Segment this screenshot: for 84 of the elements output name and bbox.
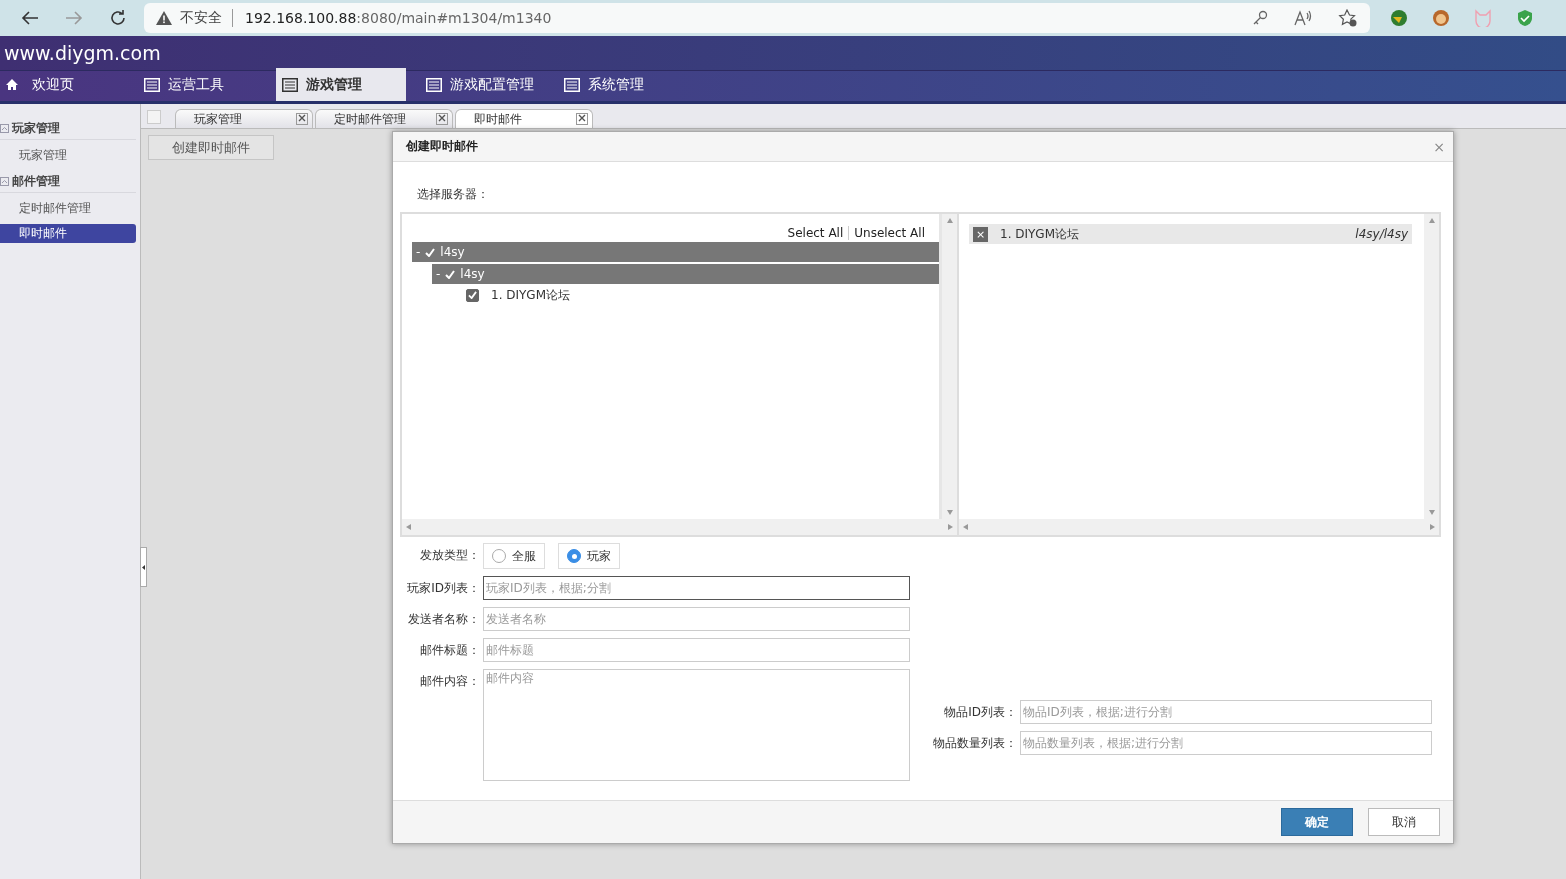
address-bar[interactable]: 不安全 192.168.100.88:8080/main#m1304/m1340 xyxy=(144,3,1370,33)
content-field[interactable]: 邮件内容 xyxy=(483,669,910,781)
close-tab-icon[interactable] xyxy=(576,113,588,125)
collapse-icon xyxy=(0,124,9,133)
shield-icon[interactable] xyxy=(1516,9,1534,27)
radio-option[interactable]: 全服 xyxy=(483,543,545,569)
nav-tab[interactable]: 游戏管理 xyxy=(276,68,406,101)
scroll-left-icon[interactable] xyxy=(963,524,968,530)
node-label: l4sy xyxy=(440,245,465,259)
close-tab-icon[interactable] xyxy=(296,113,308,125)
collapse-handle[interactable] xyxy=(140,547,147,587)
radio-option[interactable]: 玩家 xyxy=(558,543,620,569)
radio-button[interactable] xyxy=(567,549,581,563)
remove-button[interactable]: × xyxy=(973,226,988,242)
scrollbar[interactable] xyxy=(942,214,957,519)
nav-tab[interactable]: 运营工具 xyxy=(138,68,276,101)
scroll-left-icon[interactable] xyxy=(406,524,411,530)
field-label: 邮件标题： xyxy=(419,642,480,659)
sidebar-item[interactable]: 即时邮件 xyxy=(0,224,136,243)
tab-scroll-button[interactable] xyxy=(147,110,161,124)
field-label: 玩家ID列表： xyxy=(406,580,480,597)
field-label: 发送者名称： xyxy=(407,611,480,628)
nav-tab[interactable]: 欢迎页 xyxy=(0,68,138,101)
scrollbar[interactable] xyxy=(959,519,1439,535)
cancel-button[interactable]: 取消 xyxy=(1368,808,1440,836)
reload-icon[interactable] xyxy=(109,9,127,27)
forward-icon[interactable] xyxy=(65,10,83,26)
page-tab[interactable]: 定时邮件管理 xyxy=(315,109,453,128)
scroll-down-icon[interactable] xyxy=(946,510,953,515)
url-host: 192.168.100.88 xyxy=(245,10,357,26)
list-icon xyxy=(426,77,442,92)
input-field[interactable]: 玩家ID列表，根据;分割 xyxy=(483,576,910,600)
server-select-label: 选择服务器： xyxy=(417,186,490,203)
unselect-all-link[interactable]: Unselect All xyxy=(848,226,930,240)
page-tab[interactable]: 即时邮件 xyxy=(455,109,593,128)
field-label: 邮件内容： xyxy=(419,673,480,690)
key-icon[interactable] xyxy=(1252,10,1268,26)
list-icon xyxy=(564,77,580,92)
scroll-down-icon[interactable] xyxy=(1428,510,1435,515)
page-tab[interactable]: 玩家管理 xyxy=(175,109,313,128)
checkbox[interactable] xyxy=(466,288,479,302)
scroll-right-icon[interactable] xyxy=(948,524,953,530)
sidebar-group[interactable]: 玩家管理 xyxy=(0,118,136,140)
nav-tab[interactable]: 系统管理 xyxy=(558,68,696,101)
scrollbar[interactable] xyxy=(1424,214,1439,519)
create-mail-button[interactable]: 创建即时邮件 xyxy=(148,135,274,160)
select-all-link[interactable]: Select All xyxy=(782,226,849,240)
list-icon xyxy=(144,77,160,92)
field-label: 物品ID列表： xyxy=(943,704,1017,721)
dialog-title: 创建即时邮件 xyxy=(406,138,478,155)
server-name: 1. DIYGM论坛 xyxy=(1000,225,1081,243)
radio-button[interactable] xyxy=(492,549,506,563)
confirm-button[interactable]: 确定 xyxy=(1281,808,1353,836)
tree-node[interactable]: - l4sy xyxy=(412,242,939,262)
server-label: 1. DIYGM论坛 xyxy=(491,286,571,304)
back-icon[interactable] xyxy=(21,10,39,26)
check-icon xyxy=(445,269,456,279)
home-icon xyxy=(6,79,18,90)
sidebar-group[interactable]: 邮件管理 xyxy=(0,171,136,193)
scrollbar[interactable] xyxy=(402,519,957,535)
star-icon[interactable] xyxy=(1338,9,1358,27)
sidebar-item[interactable]: 玩家管理 xyxy=(0,146,136,165)
list-icon xyxy=(282,77,298,92)
site-title: www.diygm.com xyxy=(4,42,161,64)
collapse-toggle[interactable]: - xyxy=(436,267,441,281)
tree-node[interactable]: - l4sy xyxy=(432,264,939,284)
sidebar-item[interactable]: 定时邮件管理 xyxy=(0,199,136,218)
scroll-up-icon[interactable] xyxy=(1428,218,1435,223)
server-path: l4sy/l4sy xyxy=(1355,227,1408,241)
url-path: :8080/main#m1304/m1340 xyxy=(356,10,552,26)
check-icon xyxy=(425,247,436,257)
node-label: l4sy xyxy=(460,267,485,281)
security-label: 不安全 xyxy=(180,9,233,27)
read-aloud-icon[interactable] xyxy=(1294,10,1312,26)
warning-icon xyxy=(156,11,172,25)
close-tab-icon[interactable] xyxy=(436,113,448,125)
collapse-icon xyxy=(0,177,9,186)
collapse-toggle[interactable]: - xyxy=(416,245,421,259)
field-label: 发放类型： xyxy=(419,547,480,564)
field-label: 物品数量列表： xyxy=(932,735,1017,752)
scroll-right-icon[interactable] xyxy=(1430,524,1435,530)
scroll-up-icon[interactable] xyxy=(946,218,953,223)
cat-icon[interactable] xyxy=(1474,9,1492,27)
nav-tab[interactable]: 游戏配置管理 xyxy=(420,68,558,101)
